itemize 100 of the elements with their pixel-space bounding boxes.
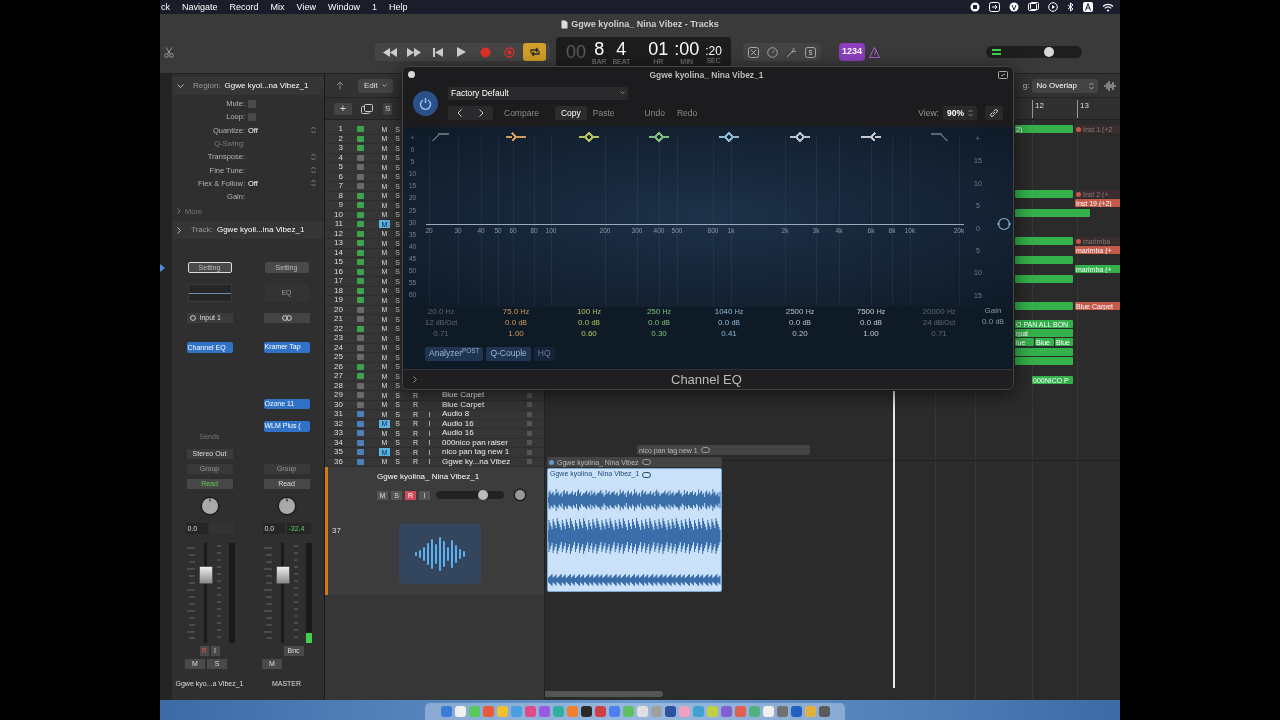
stepper-icon[interactable]	[311, 126, 316, 135]
waveform-zoom-icon[interactable]	[1104, 80, 1117, 91]
track-number: 32	[333, 419, 343, 428]
view-size-stepper[interactable]: 90%	[943, 105, 977, 120]
close-button[interactable]	[408, 71, 415, 79]
band-shape-icon[interactable]	[649, 131, 669, 142]
scrollbar[interactable]	[545, 691, 663, 697]
pan-knob[interactable]	[199, 496, 220, 517]
band-q[interactable]: 0.20	[792, 329, 808, 338]
band-shape-icon[interactable]	[579, 131, 599, 142]
overlap-mode-select[interactable]: No Overlap	[1032, 78, 1099, 93]
toolbar-button[interactable]: Paste	[586, 105, 621, 120]
input-source-icon[interactable]	[1083, 2, 1093, 12]
bar-number: 12	[1032, 100, 1044, 118]
band-shape-icon[interactable]	[719, 131, 739, 142]
bluetooth-icon[interactable]	[1067, 2, 1074, 12]
menu-item[interactable]: Mix	[270, 2, 285, 12]
previous-preset-icon[interactable]	[456, 108, 462, 117]
windows-icon[interactable]	[1028, 2, 1039, 12]
pan-knob[interactable]	[513, 488, 527, 502]
track-number: 13	[333, 239, 343, 248]
link-icon	[989, 107, 999, 118]
add-track-button[interactable]: +	[334, 102, 352, 115]
screen-icon[interactable]	[989, 2, 1000, 12]
count-in-button[interactable]: 1234	[839, 43, 866, 61]
menu-item[interactable]: 1	[371, 2, 377, 12]
edit-menu-button[interactable]: Edit	[358, 78, 393, 93]
stepper-icon[interactable]	[311, 166, 316, 175]
band-q[interactable]: 0.30	[651, 329, 667, 338]
track-number: 31	[333, 410, 343, 419]
band-q[interactable]: 1.00	[863, 329, 879, 338]
section-title: Ggwe kyol...na Vibez_1	[224, 80, 309, 92]
track-number: 37	[332, 525, 341, 537]
app-icon[interactable]	[1009, 2, 1019, 12]
menu-item[interactable]: Help	[388, 2, 408, 12]
track-name: nico pan tag new 1	[442, 448, 511, 457]
track-number: 8	[337, 191, 343, 200]
power-button[interactable]	[413, 90, 438, 116]
band-q[interactable]: 1.00	[508, 329, 524, 338]
band-shape-icon[interactable]	[861, 131, 881, 142]
track-number: 35	[333, 448, 343, 457]
duplicate-icon[interactable]	[361, 103, 373, 114]
solo-mode-button[interactable]: S	[383, 102, 393, 115]
replace-icon[interactable]	[748, 46, 759, 58]
track-number: 27	[333, 372, 343, 381]
band-shape-icon[interactable]	[506, 131, 526, 142]
slider-thumb[interactable]	[1044, 47, 1055, 57]
track-number: 19	[333, 296, 343, 305]
toolbar-button[interactable]: Copy	[554, 105, 587, 120]
gain-handle[interactable]	[997, 216, 1011, 231]
slider-thumb[interactable]	[477, 490, 488, 500]
link-button[interactable]	[985, 105, 1003, 120]
checkbox[interactable]	[248, 112, 256, 121]
track-number: 23	[333, 334, 343, 343]
toolbar-button[interactable]: Undo	[638, 105, 671, 120]
scissors-icon[interactable]	[164, 46, 174, 58]
wifi-icon[interactable]	[1102, 2, 1114, 12]
menu-item[interactable]: Record	[229, 2, 259, 12]
app-icon[interactable]	[580, 706, 592, 717]
menu-item[interactable]: ck	[161, 2, 170, 12]
menu-item[interactable]: Navigate	[182, 2, 218, 12]
track-number: 7	[337, 182, 343, 191]
preset-dropdown[interactable]: Factory Default	[448, 86, 628, 100]
fader-handle[interactable]	[275, 566, 290, 585]
stepper-icon[interactable]	[311, 152, 316, 161]
band-shape-icon[interactable]	[790, 131, 810, 142]
master-volume-slider[interactable]	[986, 46, 1082, 58]
next-preset-icon[interactable]	[479, 108, 485, 117]
eq-thumbnail[interactable]	[187, 284, 232, 303]
stop-recording-icon[interactable]	[970, 2, 980, 12]
track-number: 34	[333, 438, 343, 447]
tuning-fork-icon[interactable]	[786, 46, 797, 58]
gauge-icon[interactable]	[767, 46, 778, 58]
track-number: 18	[333, 286, 343, 295]
solo-icon[interactable]	[805, 46, 816, 58]
band-q[interactable]: 0.41	[721, 329, 737, 338]
expand-icon[interactable]	[998, 71, 1008, 79]
toolbar-button[interactable]: Compare	[498, 105, 545, 120]
chevron-down-icon[interactable]	[177, 83, 184, 89]
chevron-right-icon[interactable]	[177, 226, 182, 234]
metronome-icon[interactable]	[869, 46, 881, 58]
toolbar-button[interactable]: Redo	[670, 105, 704, 120]
cycle-button[interactable]	[523, 43, 546, 61]
chevron-right-icon[interactable]	[413, 375, 418, 383]
menu-item[interactable]: Window	[327, 2, 360, 12]
track-name: Blue Carpet	[442, 391, 486, 400]
play-circle-icon[interactable]	[1048, 2, 1058, 12]
lcd-value: 01	[648, 39, 669, 58]
band-q[interactable]: 0.60	[581, 329, 597, 338]
stereo-link-button[interactable]	[263, 313, 310, 324]
chevron-right-icon[interactable]	[177, 208, 181, 215]
pan-knob[interactable]	[276, 496, 297, 517]
volume-slider[interactable]	[436, 491, 504, 499]
fader-handle[interactable]	[198, 566, 213, 585]
checkbox[interactable]	[248, 99, 256, 108]
menu-item[interactable]: View	[296, 2, 316, 12]
waveform-icon	[399, 524, 481, 584]
stepper-icon[interactable]	[311, 179, 316, 188]
track-number: 21	[333, 315, 343, 324]
arrow-up-icon[interactable]	[336, 81, 344, 90]
